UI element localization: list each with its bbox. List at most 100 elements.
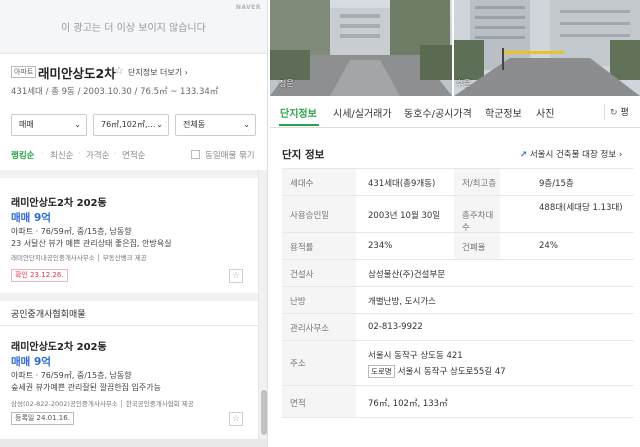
tab-complex-info[interactable]: 단지정보 (280, 105, 317, 120)
row-value: 76㎡, 102㎡, 133㎡ (368, 399, 448, 409)
area-unit-toggle[interactable]: ↻ 평 (610, 105, 629, 118)
row-value: 2003년 10월 30일 (368, 211, 441, 221)
building-registry-link[interactable]: ↗ 서울시 건축물 대장 정보 › (520, 148, 622, 160)
complex-title: 래미안상도2차 (38, 66, 116, 81)
tab-school-info[interactable]: 학군정보 (485, 105, 522, 120)
listing-list: 래미안상도2차 202동 매매 9억 아파트 · 76/59㎡, 중/15층, … (0, 170, 258, 447)
register-date-badge: 등록일 24.01.16. (11, 412, 74, 425)
listing-source: 삼성(02-822-2002)공인중개사사무소 │ 한국공인중개사협회 제공 (11, 400, 194, 408)
tab-price-transaction[interactable]: 시세/실거래가 (333, 105, 392, 120)
confirm-date-badge: 확인 23.12.26. (11, 269, 68, 282)
ad-message: 이 광고는 더 이상 보이지 않습니다 (61, 23, 206, 34)
favorite-star-icon[interactable]: ☆ (114, 64, 124, 77)
tab-unit-official-price[interactable]: 동호수/공시가격 (404, 105, 472, 120)
table-row: 세대수 431세대(총9개동) 저/최고층 9층/15층 (282, 168, 634, 195)
listing-panel: 이 광고는 더 이상 보이지 않습니다 NAVER 아파트 래미안상도2차 ☆ … (0, 0, 268, 447)
trade-type-value: 매매 (19, 120, 34, 129)
row-label-cell: 건설사 (282, 260, 356, 286)
row-value: 서울시 동작구 상도동 421 (368, 351, 463, 361)
ad-banner: 이 광고는 더 이상 보이지 않습니다 NAVER (0, 0, 267, 54)
row-label: 난방 (290, 297, 306, 307)
row-label-cell: 사용승인일 (282, 196, 356, 232)
row-value: 개별난방, 도시가스 (368, 297, 436, 307)
listing-source: 래미안단지내공인중개사사무소 │ 부동산뱅크 제공 (11, 254, 147, 262)
listing-price: 매매 9억 (11, 356, 51, 368)
area-select[interactable]: 76㎡,102㎡,… ⌄ (93, 114, 169, 136)
list-divider (0, 293, 258, 301)
sort-bar: 랭킹순 · 최신순 · 가격순 · 면적순 동일매물 묶기 (0, 149, 267, 165)
table-row: 건설사 삼성물산(주)건설부문 (282, 259, 634, 286)
listing-title[interactable]: 래미안상도2차 202동 (11, 194, 107, 209)
row-label-cell: 총주차대수 (454, 196, 500, 233)
row-value: 24% (539, 241, 558, 251)
listing-spec: 아파트 · 76/59㎡, 중/15층, 남동향 (11, 227, 132, 236)
row-value: 9층/15층 (539, 179, 574, 189)
row-label: 저/최고층 (462, 179, 497, 189)
row-label-cell: 용적률 (282, 233, 356, 259)
sort-price[interactable]: 가격순 (86, 149, 109, 161)
detail-tabs: 단지정보 시세/실거래가 동호수/공시가격 학군정보 사진 ↻ 평 (270, 98, 640, 128)
list-divider (0, 170, 258, 178)
sort-separator: · (41, 149, 44, 159)
building-registry-label: 서울시 건축물 대장 정보 › (529, 150, 623, 160)
list-scrollbar[interactable] (258, 170, 267, 447)
sort-ranking[interactable]: 랭킹순 (11, 149, 34, 161)
row-label: 건폐율 (462, 243, 486, 253)
trade-type-select[interactable]: 매매 ⌄ (11, 114, 87, 136)
scrollbar-thumb[interactable] (261, 390, 267, 435)
refresh-icon: ↻ (610, 108, 618, 118)
row-label-cell: 관리사무소 (282, 314, 356, 340)
active-tab-indicator (279, 124, 319, 126)
table-row: 용적률 234% 건폐율 24% (282, 232, 634, 259)
chevron-down-icon: ⌄ (156, 120, 163, 129)
section-header: 공인중개사협회매물 (0, 301, 258, 326)
complex-photo-strip[interactable]: 정문 후문 (270, 0, 640, 96)
table-row: 면적 76㎡, 102㎡, 133㎡ (282, 385, 634, 418)
listing-favorite-icon[interactable]: ☆ (229, 269, 243, 283)
detail-panel: 정문 후문 단지정보 시세/실거래가 동호수/공시가격 학군정보 사진 ↻ 평 단… (270, 0, 640, 447)
info-section-title: 단지 정보 (282, 149, 325, 161)
row-label-cell: 저/최고층 (454, 169, 500, 195)
sort-area[interactable]: 면적순 (122, 149, 145, 161)
section-title: 공인중개사협회매물 (11, 310, 86, 320)
row-label: 관리사무소 (290, 324, 330, 334)
listing-favorite-icon[interactable]: ☆ (229, 412, 243, 426)
sort-separator: · (114, 149, 117, 159)
row-value: 488대(세대당 1.13대) (539, 203, 623, 213)
row-label: 총주차대수 (462, 211, 494, 233)
row-label-cell: 세대수 (282, 169, 356, 195)
listing-description: 숲세권 뷰가예쁜 관리잘된 깔끔한집 입주가능 (11, 383, 162, 392)
row-value: 삼성물산(주)건설부문 (368, 270, 446, 280)
external-link-icon: ↗ (520, 150, 528, 160)
area-value: 76㎡,102㎡,… (101, 120, 156, 129)
ad-brand-logo: NAVER (235, 4, 261, 11)
listing-description: 23 서달산 뷰가 예쁜 관리상태 좋은집, 안방욕실 (11, 239, 172, 248)
chevron-down-icon: ⌄ (74, 120, 81, 129)
listing-title[interactable]: 래미안상도2차 202동 (11, 338, 107, 353)
complex-header: 아파트 래미안상도2차 ☆ 단지정보 더보기 › 431세대 / 총 9동 / … (0, 60, 267, 110)
row-value: 02-813-9922 (368, 322, 423, 332)
tab-divider (604, 104, 605, 120)
table-row: 주소 서울시 동작구 상도동 421 도로명 서울시 동작구 상도로55길 47 (282, 340, 634, 385)
same-listing-checkbox[interactable] (191, 150, 200, 159)
table-row: 관리사무소 02-813-9922 (282, 313, 634, 340)
row-label-cell: 건폐율 (454, 233, 500, 259)
sort-latest[interactable]: 최신순 (50, 149, 73, 161)
row-label: 면적 (290, 399, 306, 409)
road-name-badge: 도로명 (368, 365, 395, 378)
same-listing-label: 동일매물 묶기 (205, 151, 255, 161)
row-label: 건설사 (290, 270, 314, 280)
complex-more-link[interactable]: 단지정보 더보기 › (128, 67, 188, 78)
filter-bar: 매매 ⌄ 76㎡,102㎡,… ⌄ 전체동 ⌄ (0, 114, 267, 140)
listing-spec: 아파트 · 76/59㎡, 중/15층, 남동향 (11, 371, 132, 380)
sort-separator: · (78, 149, 81, 159)
row-label: 세대수 (290, 179, 314, 189)
dong-select[interactable]: 전체동 ⌄ (175, 114, 256, 136)
table-row: 난방 개별난방, 도시가스 (282, 286, 634, 313)
road-address: 도로명 서울시 동작구 상도로55길 47 (368, 365, 506, 378)
bottom-strip (0, 439, 267, 447)
tab-photos[interactable]: 사진 (536, 105, 554, 120)
row-label: 주소 (290, 359, 306, 369)
complex-summary: 431세대 / 총 9동 / 2003.10.30 / 76.5㎡ ~ 133.… (11, 87, 219, 97)
table-row: 사용승인일 2003년 10월 30일 총주차대수 488대(세대당 1.13대… (282, 195, 634, 233)
